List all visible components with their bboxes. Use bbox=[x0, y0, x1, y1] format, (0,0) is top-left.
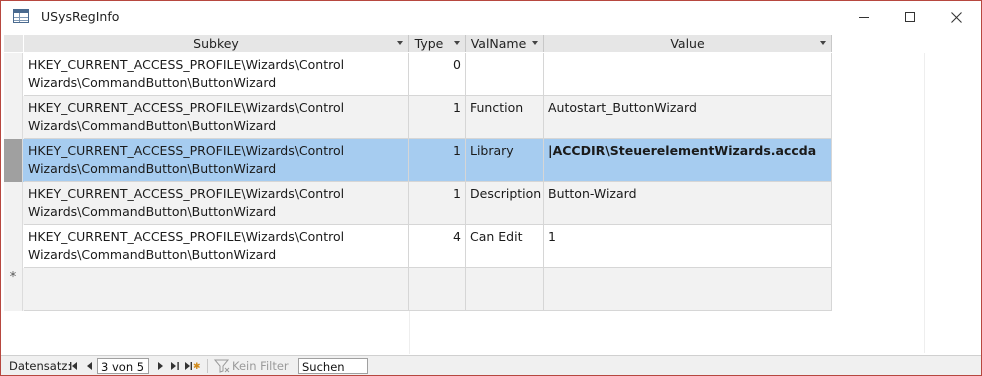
first-record-button[interactable] bbox=[69, 359, 79, 373]
next-record-button[interactable] bbox=[156, 359, 166, 373]
type-cell[interactable]: 1 bbox=[409, 139, 466, 182]
record-position-field[interactable]: 3 von 5 bbox=[97, 358, 149, 374]
next-record-icon bbox=[158, 362, 163, 370]
column-header-valname[interactable]: ValName bbox=[466, 35, 544, 52]
type-cell[interactable]: 1 bbox=[409, 182, 466, 225]
previous-record-button[interactable] bbox=[85, 359, 95, 373]
last-record-icon bbox=[171, 362, 179, 370]
value-cell[interactable] bbox=[544, 268, 832, 311]
type-cell[interactable] bbox=[409, 268, 466, 311]
row-selector[interactable] bbox=[4, 225, 23, 268]
minimize-button[interactable] bbox=[841, 1, 887, 33]
new-record-row[interactable]: * bbox=[4, 268, 832, 311]
close-button[interactable] bbox=[933, 1, 979, 33]
new-record-marker[interactable]: * bbox=[4, 268, 23, 311]
divider bbox=[207, 359, 208, 373]
dropdown-arrow-icon[interactable] bbox=[397, 41, 403, 45]
table-row[interactable]: HKEY_CURRENT_ACCESS_PROFILE\Wizards\Cont… bbox=[4, 96, 832, 139]
window-title: USysRegInfo bbox=[41, 9, 120, 24]
new-record-icon: ✱ bbox=[185, 362, 201, 371]
column-header-subkey[interactable]: Subkey bbox=[24, 35, 409, 52]
table-row[interactable]: HKEY_CURRENT_ACCESS_PROFILE\Wizards\Cont… bbox=[4, 53, 832, 96]
grid-line bbox=[409, 311, 410, 354]
type-cell[interactable]: 4 bbox=[409, 225, 466, 268]
value-cell[interactable]: Autostart_ButtonWizard bbox=[544, 96, 832, 139]
maximize-button[interactable] bbox=[887, 1, 933, 33]
close-icon bbox=[950, 11, 962, 23]
filter-icon bbox=[214, 359, 230, 373]
value-cell[interactable]: |ACCDIR\SteuerelementWizards.accda bbox=[544, 139, 832, 182]
column-header-type[interactable]: Type bbox=[409, 35, 466, 52]
dropdown-arrow-icon[interactable] bbox=[454, 41, 460, 45]
table-icon bbox=[13, 9, 29, 23]
title-bar: USysRegInfo bbox=[1, 1, 981, 34]
subkey-cell[interactable]: HKEY_CURRENT_ACCESS_PROFILE\Wizards\Cont… bbox=[24, 225, 409, 268]
maximize-icon bbox=[905, 12, 915, 22]
type-cell[interactable]: 1 bbox=[409, 96, 466, 139]
subkey-cell[interactable] bbox=[24, 268, 409, 311]
valname-cell[interactable]: Library bbox=[466, 139, 544, 182]
valname-cell[interactable]: Description bbox=[466, 182, 544, 225]
value-cell[interactable]: Button-Wizard bbox=[544, 182, 832, 225]
last-record-button[interactable] bbox=[170, 359, 180, 373]
valname-cell[interactable] bbox=[466, 53, 544, 96]
row-selector[interactable] bbox=[4, 96, 23, 139]
row-selector[interactable] bbox=[4, 182, 23, 225]
valname-cell[interactable] bbox=[466, 268, 544, 311]
dropdown-arrow-icon[interactable] bbox=[532, 41, 538, 45]
datasheet-window: USysRegInfo Subkey Type ValName Value HK… bbox=[0, 0, 982, 376]
subkey-cell[interactable]: HKEY_CURRENT_ACCESS_PROFILE\Wizards\Cont… bbox=[24, 182, 409, 225]
dropdown-arrow-icon[interactable] bbox=[820, 41, 826, 45]
record-label: Datensatz: bbox=[9, 359, 72, 373]
subkey-cell[interactable]: HKEY_CURRENT_ACCESS_PROFILE\Wizards\Cont… bbox=[24, 53, 409, 96]
select-all-corner[interactable] bbox=[4, 35, 23, 52]
table-row-selected[interactable]: HKEY_CURRENT_ACCESS_PROFILE\Wizards\Cont… bbox=[4, 139, 832, 182]
svg-text:✱: ✱ bbox=[193, 362, 201, 371]
row-selector[interactable] bbox=[4, 139, 23, 182]
previous-record-icon bbox=[87, 362, 92, 370]
value-cell[interactable] bbox=[544, 53, 832, 96]
search-input[interactable]: Suchen bbox=[298, 358, 368, 374]
column-header-label: Subkey bbox=[193, 36, 239, 51]
type-cell[interactable]: 0 bbox=[409, 53, 466, 96]
valname-cell[interactable]: Can Edit bbox=[466, 225, 544, 268]
minimize-icon bbox=[859, 17, 869, 18]
column-header-label: Value bbox=[670, 36, 705, 51]
grid-line bbox=[924, 53, 925, 353]
column-header-value[interactable]: Value bbox=[544, 35, 832, 52]
table-row[interactable]: HKEY_CURRENT_ACCESS_PROFILE\Wizards\Cont… bbox=[4, 182, 832, 225]
column-header-label: ValName bbox=[470, 36, 527, 51]
table-row[interactable]: HKEY_CURRENT_ACCESS_PROFILE\Wizards\Cont… bbox=[4, 225, 832, 268]
value-cell[interactable]: 1 bbox=[544, 225, 832, 268]
subkey-cell[interactable]: HKEY_CURRENT_ACCESS_PROFILE\Wizards\Cont… bbox=[24, 96, 409, 139]
row-selector[interactable] bbox=[4, 53, 23, 96]
subkey-cell[interactable]: HKEY_CURRENT_ACCESS_PROFILE\Wizards\Cont… bbox=[24, 139, 409, 182]
new-record-button[interactable]: ✱ bbox=[184, 359, 202, 373]
filter-toggle[interactable]: Kein Filter bbox=[232, 359, 289, 373]
valname-cell[interactable]: Function bbox=[466, 96, 544, 139]
first-record-icon bbox=[70, 362, 77, 370]
record-navigation-bar: Datensatz: 3 von 5 ✱ Kein Filter Suchen bbox=[1, 355, 981, 375]
column-header-label: Type bbox=[414, 36, 444, 51]
datasheet-grid: Subkey Type ValName Value HKEY_CURRENT_A… bbox=[1, 34, 981, 354]
